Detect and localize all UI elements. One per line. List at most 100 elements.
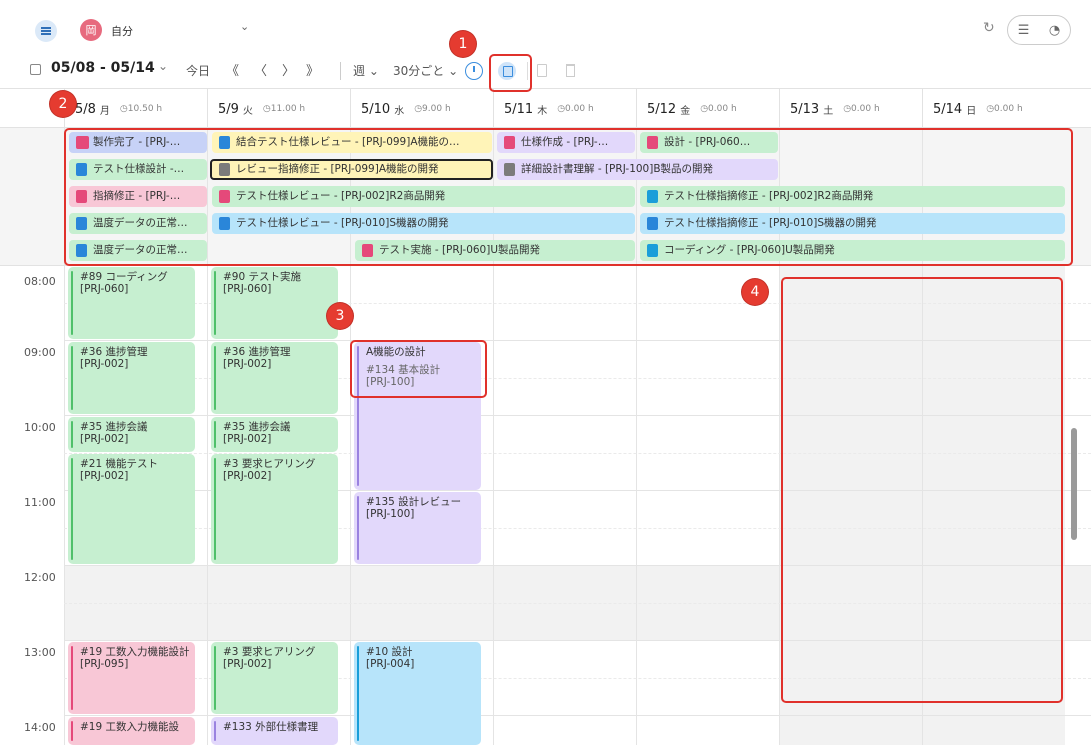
event-sub: [PRJ-002] [80, 470, 129, 482]
day-of-week: 金 [680, 105, 691, 117]
day-header-row: 5/8 月 ◷10.50 h 5/9 火 ◷11.00 h 5/10 水 ◷9.… [0, 88, 1091, 129]
avatar[interactable]: 岡 [80, 19, 102, 41]
scrollbar[interactable] [1071, 428, 1077, 540]
time-event[interactable]: #19 工数入力機能設計 [PRJ-095] [68, 642, 195, 714]
time-event[interactable]: #133 外部仕様書理 [211, 717, 338, 745]
time-event[interactable]: #36 進捗管理 [PRJ-002] [211, 342, 338, 414]
column-line [636, 266, 637, 745]
event-sub: [PRJ-002] [80, 433, 129, 445]
time-event[interactable]: #35 進捗会議 [PRJ-002] [211, 417, 338, 452]
annotation-box-3 [350, 340, 487, 398]
event-title: #135 設計レビュー [366, 496, 462, 508]
pie-chart-icon[interactable]: ◔ [1049, 23, 1060, 38]
time-event[interactable]: #10 設計 [PRJ-004] [354, 642, 481, 745]
day-header-sat[interactable]: 5/13 土 ◷0.00 h [779, 89, 922, 129]
event-title: #35 進捗会議 [80, 421, 148, 433]
day-hours: ◷9.00 h [414, 104, 451, 114]
day-header-mon[interactable]: 5/8 月 ◷10.50 h [64, 89, 207, 129]
event-title: #10 設計 [366, 646, 413, 658]
next-button[interactable]: 〉 [282, 60, 295, 79]
refresh-icon[interactable]: ↻ [983, 20, 995, 36]
time-event[interactable]: #3 要求ヒアリング [PRJ-002] [211, 454, 338, 564]
event-sub: [PRJ-100] [366, 508, 415, 520]
user-selector-label[interactable]: 自分 [111, 23, 133, 39]
unit-select[interactable]: 週 ⌄ [353, 62, 379, 79]
calendar-icon[interactable] [30, 64, 41, 75]
event-title: #21 機能テスト [80, 458, 158, 470]
day-hours: ◷0.00 h [700, 104, 737, 114]
time-label: 12:00 [24, 571, 56, 584]
time-label: 11:00 [24, 496, 56, 509]
day-of-week: 土 [823, 105, 834, 117]
day-of-week: 火 [242, 105, 253, 117]
time-event[interactable]: #21 機能テスト [PRJ-002] [68, 454, 195, 564]
view-toggle[interactable]: ☰ ◔ [1007, 15, 1071, 45]
day-date: 5/14 [933, 101, 963, 117]
time-event[interactable]: #89 コーディング [PRJ-060] [68, 267, 195, 339]
event-title: #19 工数入力機能設計 [80, 646, 190, 658]
list-icon[interactable]: ☰ [1018, 23, 1030, 38]
annotation-badge-4: 4 [742, 279, 768, 305]
top-bar: 岡 自分 ⌄ ↻ ☰ ◔ [0, 0, 1091, 56]
prev-button[interactable]: 〈 [254, 60, 267, 79]
trash-icon[interactable] [566, 64, 575, 77]
event-title: #90 テスト実施 [223, 271, 301, 283]
event-title: #3 要求ヒアリング [223, 646, 316, 658]
event-title: #36 進捗管理 [223, 346, 291, 358]
day-date: 5/9 [218, 101, 239, 117]
day-date: 5/12 [647, 101, 677, 117]
document-icon[interactable] [537, 64, 547, 77]
date-range-chevron[interactable]: ⌄ [158, 59, 168, 73]
annotation-badge-1: 1 [450, 31, 476, 57]
day-hours: ◷0.00 h [557, 104, 594, 114]
event-title: #133 外部仕様書理 [223, 721, 319, 733]
last-button[interactable]: 》 [306, 60, 319, 79]
today-button[interactable]: 今日 [186, 62, 210, 79]
time-event[interactable]: #135 設計レビュー [PRJ-100] [354, 492, 481, 564]
time-label: 10:00 [24, 421, 56, 434]
event-title: #3 要求ヒアリング [223, 458, 316, 470]
day-header-thu[interactable]: 5/11 木 ◷0.00 h [493, 89, 636, 129]
time-label: 13:00 [24, 646, 56, 659]
day-of-week: 月 [99, 105, 110, 117]
event-title: #19 工数入力機能設 [80, 721, 179, 733]
time-label: 09:00 [24, 346, 56, 359]
annotation-box-4 [781, 277, 1063, 703]
event-title: #35 進捗会議 [223, 421, 291, 433]
time-label: 14:00 [24, 721, 56, 734]
date-range[interactable]: 05/08 - 05/14 [51, 60, 155, 76]
hour-line [64, 715, 1091, 716]
column-line [207, 266, 208, 745]
day-header-wed[interactable]: 5/10 水 ◷9.00 h [350, 89, 493, 129]
day-hours: ◷0.00 h [986, 104, 1023, 114]
event-sub: [PRJ-060] [223, 283, 272, 295]
day-of-week: 水 [394, 105, 405, 117]
event-sub: [PRJ-060] [80, 283, 129, 295]
divider [340, 62, 341, 80]
event-title: #89 コーディング [80, 271, 168, 283]
interval-select[interactable]: 30分ごと ⌄ [393, 62, 458, 79]
day-hours: ◷10.50 h [119, 104, 163, 114]
event-sub: [PRJ-095] [80, 658, 129, 670]
annotation-badge-2: 2 [50, 91, 76, 117]
day-header-fri[interactable]: 5/12 金 ◷0.00 h [636, 89, 779, 129]
time-event[interactable]: #90 テスト実施 [PRJ-060] [211, 267, 338, 339]
day-date: 5/8 [75, 101, 96, 117]
event-sub: [PRJ-002] [223, 358, 272, 370]
event-sub: [PRJ-002] [80, 358, 129, 370]
menu-icon[interactable] [35, 20, 57, 42]
time-event[interactable]: #36 進捗管理 [PRJ-002] [68, 342, 195, 414]
day-header-tue[interactable]: 5/9 火 ◷11.00 h [207, 89, 350, 129]
event-sub: [PRJ-004] [366, 658, 415, 670]
day-of-week: 日 [966, 105, 977, 117]
clock-icon[interactable] [465, 62, 483, 80]
time-event[interactable]: #19 工数入力機能設 [68, 717, 195, 745]
time-event[interactable]: #35 進捗会議 [PRJ-002] [68, 417, 195, 452]
day-date: 5/10 [361, 101, 391, 117]
event-sub: [PRJ-002] [223, 433, 272, 445]
chevron-down-icon[interactable]: ⌄ [240, 20, 249, 33]
first-button[interactable]: 《 [226, 60, 239, 79]
time-event[interactable]: #3 要求ヒアリング [PRJ-002] [211, 642, 338, 714]
day-header-sun[interactable]: 5/14 日 ◷0.00 h [922, 89, 1065, 129]
event-sub: [PRJ-002] [223, 470, 272, 482]
